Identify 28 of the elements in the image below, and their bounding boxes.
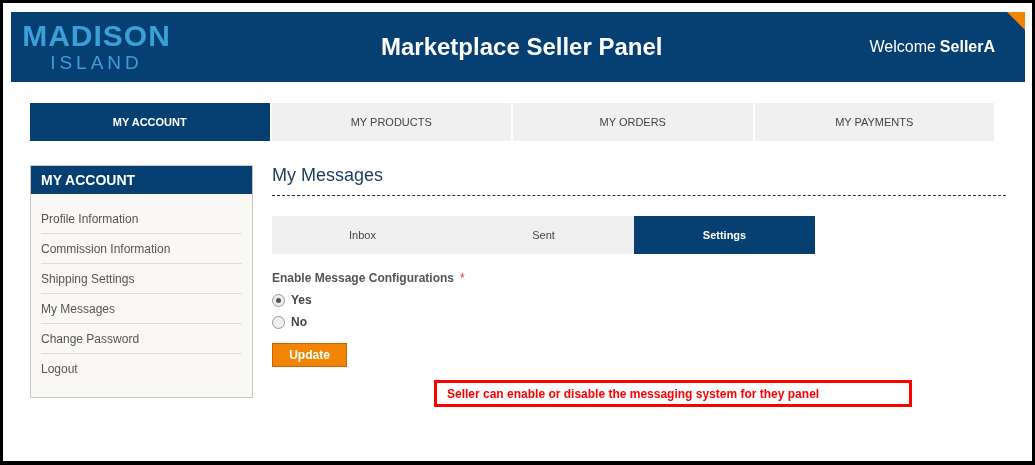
field-label: Enable Message Configurations bbox=[272, 271, 455, 285]
logo-subtext: ISLAND bbox=[50, 52, 143, 74]
nav-tab[interactable]: MY PRODUCTS bbox=[271, 103, 511, 141]
radio-label: Yes bbox=[291, 293, 312, 307]
nav-tab[interactable]: MY ACCOUNT bbox=[30, 103, 270, 141]
annotation-callout: Seller can enable or disable the messaging system for they panel bbox=[434, 380, 912, 407]
sidebar-link[interactable]: Logout bbox=[41, 354, 242, 383]
page-heading: My Messages bbox=[272, 165, 1006, 196]
sidebar-link[interactable]: Change Password bbox=[41, 324, 242, 354]
sidebar-link[interactable]: My Messages bbox=[41, 294, 242, 324]
sidebar-link[interactable]: Commission Information bbox=[41, 234, 242, 264]
message-tab[interactable]: Sent bbox=[453, 216, 634, 254]
sidebar-title: MY ACCOUNT bbox=[31, 166, 252, 194]
welcome-text: Welcome bbox=[869, 38, 936, 56]
logo-text: MADISON bbox=[22, 20, 171, 52]
corner-mark-icon bbox=[1007, 12, 1025, 30]
radio-button[interactable] bbox=[272, 293, 285, 307]
user-name: SellerA bbox=[939, 38, 995, 56]
sidebar-link[interactable]: Shipping Settings bbox=[41, 264, 242, 294]
message-tab[interactable]: Inbox bbox=[272, 216, 453, 254]
message-tab[interactable]: Settings bbox=[634, 216, 815, 254]
panel-title: Marketplace Seller Panel bbox=[380, 33, 664, 61]
radio-label: No bbox=[291, 315, 307, 329]
nav-tab[interactable]: MY PAYMENTS bbox=[754, 103, 994, 141]
required-mark: * bbox=[460, 271, 465, 285]
sidebar-link[interactable]: Profile Information bbox=[41, 204, 242, 234]
nav-tab[interactable]: MY ORDERS bbox=[513, 103, 753, 141]
radio-button[interactable] bbox=[272, 315, 285, 329]
